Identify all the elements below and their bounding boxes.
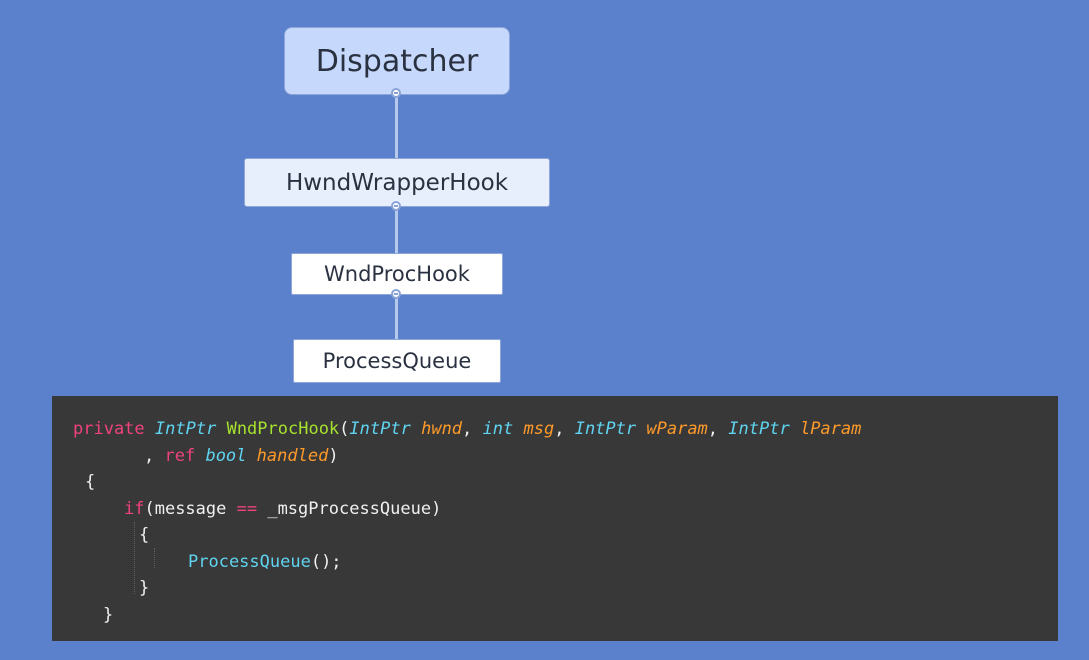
keyword-ref: ref	[164, 445, 196, 466]
code-block: private IntPtr WndProcHook(IntPtr hwnd, …	[52, 396, 1058, 641]
paren-open: (	[339, 419, 350, 439]
code-line-7: }	[52, 575, 1058, 602]
node-dispatcher-label: Dispatcher	[315, 43, 479, 79]
method-call: ProcessQueue	[188, 551, 311, 572]
operator-equals: ==	[236, 498, 258, 519]
paren-close: )	[328, 445, 339, 466]
comma: ,	[462, 419, 483, 439]
param-wparam: wParam	[646, 419, 708, 439]
type-int: int	[482, 419, 514, 439]
indent-guide	[154, 548, 156, 568]
type-intptr: IntPtr	[728, 419, 790, 439]
node-dispatcher[interactable]: Dispatcher	[284, 27, 510, 95]
collapse-toggle-icon[interactable]	[391, 289, 401, 299]
function-name: WndProcHook	[226, 419, 340, 439]
collapse-toggle-icon[interactable]	[391, 88, 401, 98]
node-hwnd-wrapper-hook[interactable]: HwndWrapperHook	[244, 158, 550, 207]
code-line-1: private IntPtr WndProcHook(IntPtr hwnd, …	[52, 416, 1058, 443]
type-intptr: IntPtr	[154, 419, 217, 439]
type-intptr: IntPtr	[574, 419, 637, 439]
indent-guide	[134, 522, 136, 594]
connector-root-level1	[395, 93, 398, 159]
condition-rest: _msgProcessQueue)	[257, 498, 442, 519]
node-hwnd-wrapper-hook-label: HwndWrapperHook	[285, 169, 509, 196]
code-line-2: , ref bool handled)	[52, 443, 1058, 470]
param-handled: handled	[256, 445, 329, 466]
condition-open: (message	[144, 498, 237, 519]
collapse-toggle-icon[interactable]	[391, 201, 401, 211]
type-intptr: IntPtr	[349, 419, 411, 439]
node-wnd-proc-hook-label: WndProcHook	[324, 262, 470, 286]
brace-open: {	[139, 525, 150, 545]
type-bool: bool	[205, 445, 247, 466]
code-line-8: }	[52, 602, 1058, 629]
keyword-private: private	[73, 419, 145, 439]
param-msg: msg	[523, 419, 555, 439]
keyword-if: if	[124, 498, 145, 519]
comma: ,	[554, 419, 575, 439]
code-line-5: {	[52, 522, 1058, 549]
connector-level2-level3	[395, 294, 398, 340]
code-line-3: {	[52, 469, 1058, 496]
code-line-6: ProcessQueue();	[52, 549, 1058, 576]
node-process-queue-label: ProcessQueue	[322, 349, 472, 373]
brace-close: }	[103, 604, 114, 625]
param-hwnd: hwnd	[421, 419, 463, 439]
comma: ,	[707, 419, 729, 439]
node-process-queue[interactable]: ProcessQueue	[293, 339, 501, 383]
comma: ,	[144, 445, 165, 466]
brace-open: {	[85, 472, 96, 492]
param-lparam: lParam	[799, 419, 862, 439]
call-args: ();	[310, 551, 342, 572]
connector-level1-level2	[395, 206, 398, 254]
brace-close: }	[139, 578, 150, 598]
code-line-4: if(message == _msgProcessQueue)	[52, 496, 1058, 523]
